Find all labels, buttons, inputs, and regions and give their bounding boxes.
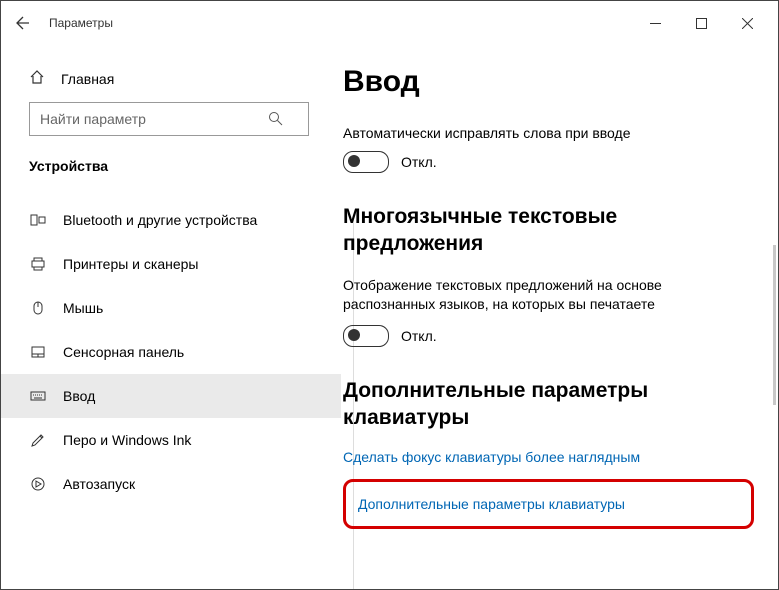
sidebar-item-touchpad[interactable]: Сенсорная панель: [29, 330, 323, 374]
keyboard-icon: [29, 388, 47, 404]
page-title: Ввод: [343, 65, 754, 99]
main-content: Ввод Автоматически исправлять слова при …: [341, 45, 778, 589]
extra-heading: Дополнительные параметры клавиатуры: [343, 377, 754, 432]
sidebar-item-label: Принтеры и сканеры: [63, 256, 198, 272]
home-link[interactable]: Главная: [29, 69, 323, 88]
sidebar-item-label: Мышь: [63, 300, 103, 316]
sidebar-item-label: Ввод: [63, 388, 95, 404]
toggle-knob: [348, 329, 360, 341]
multilang-desc: Отображение текстовых предложений на осн…: [343, 276, 754, 315]
search-box[interactable]: [29, 102, 323, 136]
minimize-icon: [650, 18, 661, 29]
sidebar-item-mouse[interactable]: Мышь: [29, 286, 323, 330]
sidebar-item-label: Автозапуск: [63, 476, 135, 492]
minimize-button[interactable]: [632, 7, 678, 39]
multilang-heading: Многоязычные текстовые предложения: [343, 203, 754, 258]
arrow-left-icon: [15, 15, 31, 31]
close-button[interactable]: [724, 7, 770, 39]
sidebar-item-label: Сенсорная панель: [63, 344, 184, 360]
toggle-knob: [348, 155, 360, 167]
sidebar-item-autoplay[interactable]: Автозапуск: [29, 462, 323, 506]
toggle-switch[interactable]: [343, 325, 389, 347]
category-heading: Устройства: [29, 158, 323, 174]
printer-icon: [29, 256, 47, 272]
autocorrect-toggle[interactable]: Откл.: [343, 151, 754, 173]
maximize-icon: [696, 18, 707, 29]
back-button[interactable]: [9, 9, 37, 37]
sidebar-item-typing[interactable]: Ввод: [1, 374, 341, 418]
bluetooth-icon: [29, 212, 47, 228]
sidebar-item-bluetooth[interactable]: Bluetooth и другие устройства: [29, 198, 323, 242]
close-icon: [742, 18, 753, 29]
annotation-highlight: Дополнительные параметры клавиатуры: [343, 479, 754, 529]
toggle-state: Откл.: [401, 328, 437, 344]
search-icon: [268, 111, 283, 131]
home-icon: [29, 69, 47, 88]
sidebar-item-printers[interactable]: Принтеры и сканеры: [29, 242, 323, 286]
settings-window: Параметры Главная Устройства Bluetooth и…: [0, 0, 779, 590]
mouse-icon: [29, 300, 47, 316]
link-keyboard-focus[interactable]: Сделать фокус клавиатуры более наглядным: [343, 449, 754, 465]
sidebar-item-label: Перо и Windows Ink: [63, 432, 191, 448]
toggle-switch[interactable]: [343, 151, 389, 173]
sidebar-item-label: Bluetooth и другие устройства: [63, 212, 257, 228]
toggle-state: Откл.: [401, 154, 437, 170]
home-label: Главная: [61, 71, 114, 87]
nav-list: Bluetooth и другие устройства Принтеры и…: [29, 198, 323, 506]
maximize-button[interactable]: [678, 7, 724, 39]
pen-icon: [29, 432, 47, 448]
touchpad-icon: [29, 344, 47, 360]
autoplay-icon: [29, 476, 47, 492]
scrollbar[interactable]: [773, 245, 776, 405]
sidebar: Главная Устройства Bluetooth и другие ус…: [1, 45, 341, 589]
link-advanced-keyboard[interactable]: Дополнительные параметры клавиатуры: [358, 496, 739, 512]
autocorrect-label: Автоматически исправлять слова при вводе: [343, 125, 754, 141]
window-title: Параметры: [49, 16, 113, 30]
sidebar-item-pen[interactable]: Перо и Windows Ink: [29, 418, 323, 462]
titlebar: Параметры: [1, 1, 778, 45]
search-input[interactable]: [29, 102, 309, 136]
multilang-toggle[interactable]: Откл.: [343, 325, 754, 347]
